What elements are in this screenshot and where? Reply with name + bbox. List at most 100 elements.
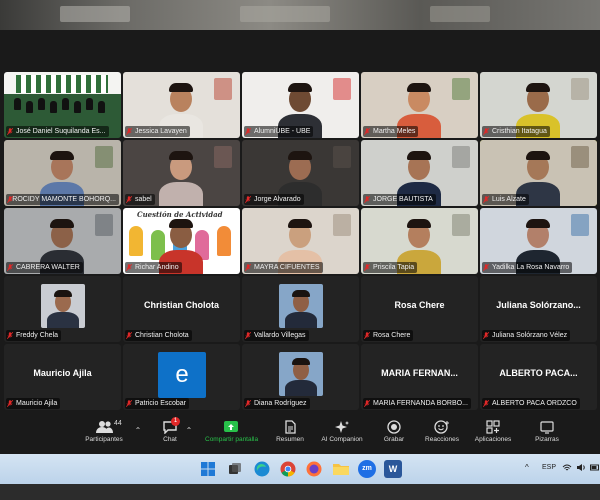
avatar-initial: e (158, 352, 206, 398)
participant-tile[interactable]: Freddy Chela (4, 276, 121, 342)
participant-tile[interactable]: Jorge Alvarado (242, 140, 359, 206)
windows-taskbar: zm W ^ ESP (0, 454, 600, 484)
participant-name-label: Yadilka La Rosa Navarro (482, 262, 573, 273)
whiteboard-icon (539, 420, 555, 434)
participant-tile[interactable]: AlumniUBE - UBE (242, 72, 359, 138)
firefox-icon[interactable] (305, 460, 323, 478)
apps-icon (485, 420, 501, 434)
reactions-icon (434, 420, 450, 434)
participant-tile[interactable]: MAYRA CIFUENTES (242, 208, 359, 274)
muted-mic-icon (364, 400, 370, 407)
participant-tile[interactable]: Mauricio Ajila Mauricio Ajila (4, 344, 121, 410)
participant-name: Christian Cholota (135, 332, 189, 339)
participant-name-label: CABRERA WALTER (6, 262, 83, 273)
task-view-icon[interactable] (226, 460, 244, 478)
share-screen-button[interactable]: Compartir pantalla (205, 420, 259, 452)
participant-name-label: Priscila Tapia (363, 262, 418, 273)
record-button[interactable]: Grabar (368, 420, 420, 452)
participant-tile[interactable]: sabel (123, 140, 240, 206)
participant-name: JORGE BAUTISTA (373, 196, 433, 203)
apps-button[interactable]: Aplicaciones (467, 420, 519, 452)
participant-tile[interactable]: José Daniel Suquilanda Es... (4, 72, 121, 138)
participant-name-label: sabel (125, 194, 155, 205)
participant-tile[interactable]: Diana Rodríguez (242, 344, 359, 410)
word-icon[interactable]: W (384, 460, 402, 478)
volume-icon[interactable] (576, 463, 586, 474)
participant-name: Rosa Chere (373, 332, 411, 339)
participant-tile[interactable]: Martha Meles (361, 72, 478, 138)
participant-name-label: Freddy Chela (6, 330, 62, 341)
participant-display-name: Juliana Solórzano... (496, 300, 581, 310)
participant-name-label: Cristhian Itatagua (482, 126, 550, 137)
participant-name: Patricio Escobar (135, 400, 186, 407)
muted-mic-icon (364, 196, 370, 203)
participant-tile[interactable]: Cuestión de Actividad Richar Andino (123, 208, 240, 274)
zoom-app-label: zm (358, 460, 376, 478)
zoom-app-icon[interactable]: zm (358, 460, 376, 478)
muted-mic-icon (245, 196, 251, 203)
participant-name: AlumniUBE - UBE (254, 128, 311, 135)
edge-icon[interactable] (253, 460, 271, 478)
participant-name: Vallardo Villegas (254, 332, 306, 339)
ai-companion-label: AI Companion (321, 436, 363, 443)
muted-mic-icon (126, 264, 132, 271)
record-label: Grabar (383, 436, 405, 443)
chat-badge: 1 (171, 417, 180, 426)
ai-companion-button[interactable]: AI Companion (316, 420, 368, 452)
participant-display-name: ALBERTO PACA... (499, 368, 578, 378)
participant-tile[interactable]: Cristhian Itatagua (480, 72, 597, 138)
participant-name-label: Christian Cholota (125, 330, 192, 341)
participant-tile[interactable]: CABRERA WALTER (4, 208, 121, 274)
wifi-icon[interactable] (562, 463, 572, 474)
battery-icon[interactable] (590, 463, 600, 474)
share-screen-label: Compartir pantalla (205, 436, 259, 443)
chrome-icon[interactable] (279, 460, 297, 478)
participants-count: 44 (114, 420, 122, 427)
participant-name-label: Vallardo Villegas (244, 330, 309, 341)
participant-name-label: JORGE BAUTISTA (363, 194, 436, 205)
participant-display-name: Mauricio Ajila (33, 368, 92, 378)
participant-tile[interactable]: Priscila Tapia (361, 208, 478, 274)
participant-name-label: Diana Rodríguez (244, 398, 310, 409)
muted-mic-icon (126, 128, 132, 135)
participant-name-label: Jessica Lavayen (125, 126, 190, 137)
participant-tile[interactable]: Yadilka La Rosa Navarro (480, 208, 597, 274)
participant-tile[interactable]: Juliana Solórzano... Juliana Solórzano Vé… (480, 276, 597, 342)
participant-tile[interactable]: e Patricio Escobar (123, 344, 240, 410)
participant-tile[interactable]: ALBERTO PACA... ALBERTO PACA ORDZCO (480, 344, 597, 410)
muted-mic-icon (364, 128, 370, 135)
apps-label: Aplicaciones (474, 436, 512, 443)
participant-name-label: Patricio Escobar (125, 398, 189, 409)
participant-tile[interactable]: Vallardo Villegas (242, 276, 359, 342)
participant-name: sabel (135, 196, 152, 203)
file-explorer-icon[interactable] (332, 460, 350, 478)
participant-name: José Daniel Suquilanda Es... (16, 128, 106, 135)
muted-mic-icon (7, 332, 13, 339)
participant-tile[interactable]: Christian Cholota Christian Cholota (123, 276, 240, 342)
muted-mic-icon (364, 264, 370, 271)
participant-tile[interactable]: JORGE BAUTISTA (361, 140, 478, 206)
summary-button[interactable]: Resumen (264, 420, 316, 452)
participant-tile[interactable]: ROCIDY MAMONTE BOHORQ... (4, 140, 121, 206)
sparkle-icon (334, 420, 350, 434)
participant-tile[interactable]: Luis Alzate (480, 140, 597, 206)
muted-mic-icon (483, 264, 489, 271)
participant-name: Mauricio Ajila (16, 400, 58, 407)
participant-tile[interactable]: Rosa Chere Rosa Chere (361, 276, 478, 342)
participant-name-label: Rosa Chere (363, 330, 414, 341)
profile-photo (279, 352, 323, 396)
tray-chevron-icon[interactable]: ^ (525, 463, 529, 472)
participant-tile[interactable]: Jessica Lavayen (123, 72, 240, 138)
whiteboards-button[interactable]: Pizarras (521, 420, 573, 452)
reactions-label: Reacciones (425, 436, 459, 443)
muted-mic-icon (483, 332, 489, 339)
reactions-button[interactable]: Reacciones (416, 420, 468, 452)
participant-display-name: Christian Cholota (143, 300, 219, 310)
start-icon[interactable] (199, 460, 217, 478)
record-icon (386, 420, 402, 434)
participants-button[interactable]: 44 Participantes (78, 420, 130, 452)
language-indicator[interactable]: ESP (542, 464, 556, 471)
participant-name-label: MARIA FERNANDA BORBO... (363, 398, 471, 409)
participant-tile[interactable]: MARIA FERNAN... MARIA FERNANDA BORBO... (361, 344, 478, 410)
muted-mic-icon (126, 400, 132, 407)
